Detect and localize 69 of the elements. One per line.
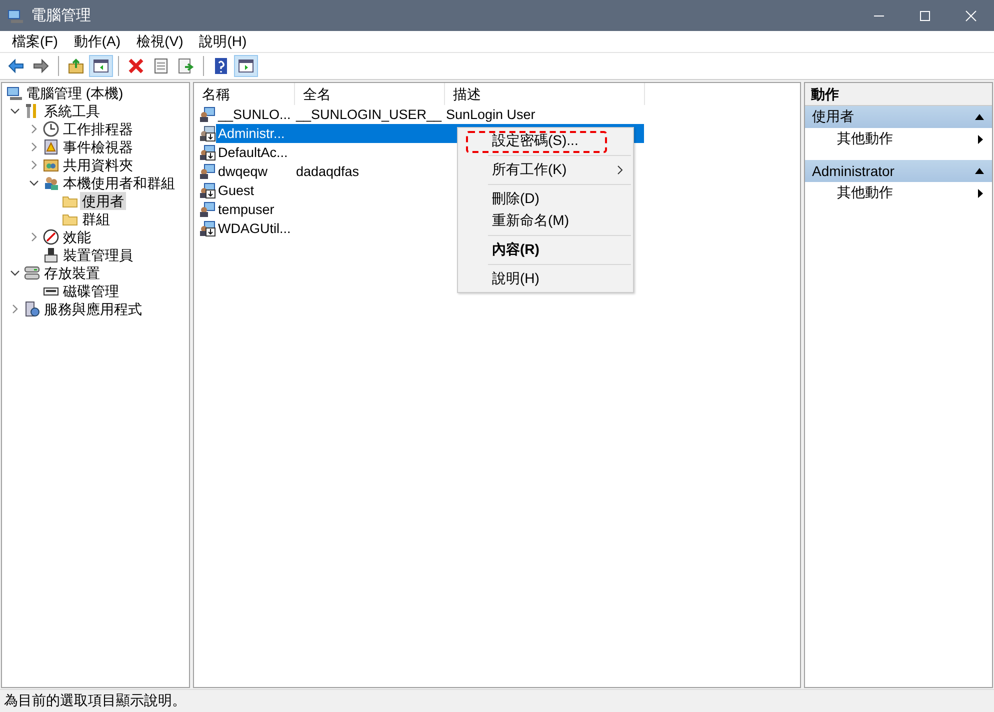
back-arrow-icon xyxy=(7,57,25,75)
services-icon xyxy=(24,301,40,317)
table-cell: dwqeqw xyxy=(218,164,268,179)
export-icon xyxy=(177,57,195,75)
submenu-arrow-icon xyxy=(978,134,983,144)
tree-item[interactable]: 群組 xyxy=(80,210,112,228)
pane-icon xyxy=(237,57,255,75)
computer-icon xyxy=(7,8,23,24)
toolbar-button[interactable] xyxy=(234,55,258,77)
storage-icon xyxy=(24,265,40,281)
menu-item[interactable]: 說明(H) xyxy=(492,270,540,288)
up-folder-icon xyxy=(67,57,85,75)
column-header[interactable]: 描述 xyxy=(445,83,645,105)
help-icon xyxy=(212,57,230,75)
tree-item[interactable]: 使用者 xyxy=(80,192,126,210)
action-link[interactable]: 其他動作 xyxy=(837,184,893,202)
tree-item[interactable]: 存放裝置 xyxy=(42,264,102,282)
action-group-header[interactable]: 使用者 xyxy=(805,106,992,128)
properties-icon xyxy=(152,57,170,75)
tree-item[interactable]: 系統工具 xyxy=(42,102,102,120)
tree-item[interactable]: 服務與應用程式 xyxy=(42,300,144,318)
toolbar-button[interactable] xyxy=(89,55,113,77)
table-cell: Administr... xyxy=(218,126,285,141)
clock-icon xyxy=(43,121,59,137)
collapse-arrow-icon[interactable] xyxy=(975,168,984,174)
menu-item[interactable]: 刪除(D) xyxy=(492,190,540,208)
event-log-icon xyxy=(43,139,59,155)
table-cell: tempuser xyxy=(218,202,274,217)
maximize-icon[interactable] xyxy=(919,10,931,22)
menu-item[interactable]: 重新命名(M) xyxy=(492,212,569,230)
menu-item[interactable]: 檔案(F) xyxy=(4,32,66,50)
menu-item[interactable]: 說明(H) xyxy=(191,32,255,50)
table-cell: __SUNLO... xyxy=(218,107,291,122)
collapse-arrow-icon[interactable] xyxy=(975,114,984,120)
shared-folder-icon xyxy=(43,157,59,173)
menu-item[interactable]: 動作(A) xyxy=(66,32,129,50)
table-cell: WDAGUtil... xyxy=(218,221,291,236)
table-cell: dadaqdfas xyxy=(296,164,360,179)
close-icon[interactable] xyxy=(965,10,977,22)
action-group-header[interactable]: Administrator xyxy=(805,160,992,182)
forward-arrow-icon xyxy=(32,57,50,75)
table-cell: __SUNLOGIN_USER__ xyxy=(296,107,442,122)
window-title: 電腦管理 xyxy=(31,6,91,25)
computer-icon xyxy=(6,85,22,101)
device-icon xyxy=(43,247,59,263)
delete-icon xyxy=(127,57,145,75)
menu-item[interactable]: 檢視(V) xyxy=(128,32,192,50)
tree-item[interactable]: 工作排程器 xyxy=(61,120,135,138)
action-link[interactable]: 其他動作 xyxy=(837,130,893,148)
tree-item[interactable]: 事件檢視器 xyxy=(61,138,135,156)
users-icon xyxy=(43,175,59,191)
tree-item[interactable]: 共用資料夾 xyxy=(61,156,135,174)
pane-icon xyxy=(92,57,110,75)
column-header[interactable]: 全名 xyxy=(295,83,445,105)
table-cell: Guest xyxy=(218,183,254,198)
tree-item[interactable]: 裝置管理員 xyxy=(61,246,135,264)
tree-item[interactable]: 本機使用者和群組 xyxy=(61,174,177,192)
tree-item[interactable]: 效能 xyxy=(61,228,93,246)
tree-item[interactable]: 電腦管理 (本機) xyxy=(24,84,126,102)
table-cell: DefaultAc... xyxy=(218,145,288,160)
menu-item[interactable]: 所有工作(K) xyxy=(492,161,567,179)
actions-pane-title: 動作 xyxy=(805,83,992,106)
menu-item[interactable]: 內容(R) xyxy=(492,241,540,259)
status-text: 為目前的選取項目顯示說明。 xyxy=(4,692,186,710)
column-header[interactable]: 名稱 xyxy=(194,83,295,105)
gauge-icon xyxy=(43,229,59,245)
submenu-arrow-icon xyxy=(978,188,983,198)
tree-item[interactable]: 磁碟管理 xyxy=(61,282,121,300)
table-cell: SunLogin User xyxy=(446,107,536,122)
